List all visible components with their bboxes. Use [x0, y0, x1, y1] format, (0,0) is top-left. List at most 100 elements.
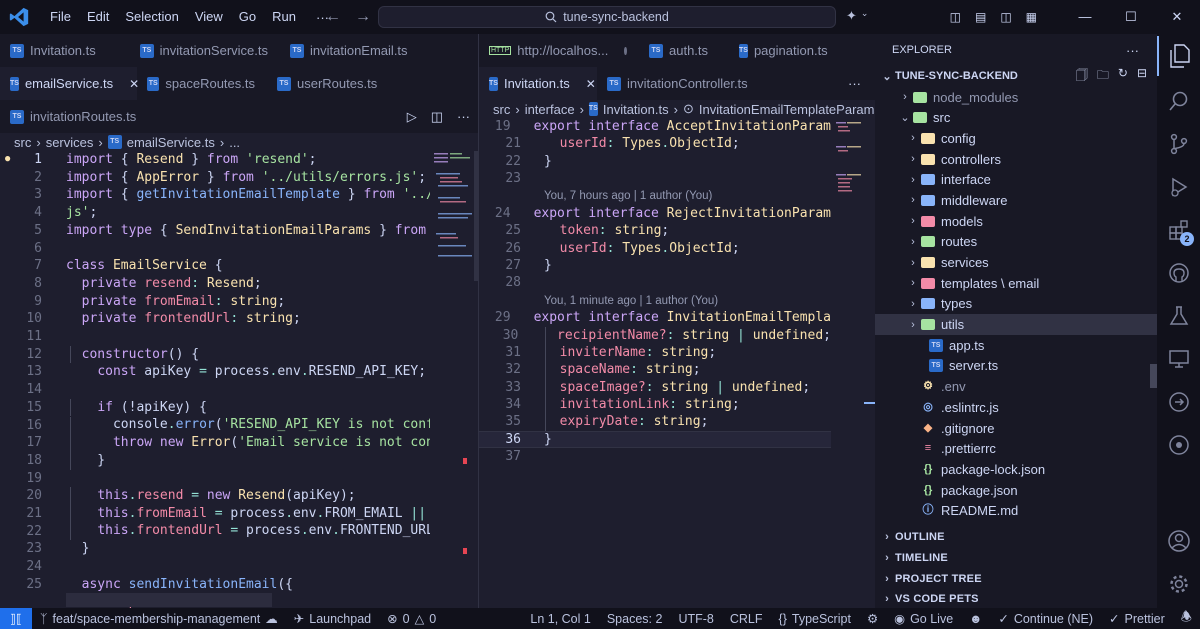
- breadcrumb-item[interactable]: services: [46, 135, 94, 150]
- section-outline[interactable]: › OUTLINE: [875, 527, 1157, 548]
- github-icon[interactable]: [1157, 253, 1200, 293]
- breadcrumb-item[interactable]: InvitationEmailTemplateParams: [699, 102, 875, 117]
- tab[interactable]: TS invitationRoutes.ts: [0, 100, 150, 133]
- indentation[interactable]: Spaces: 2: [599, 612, 671, 626]
- close-icon[interactable]: ✕: [586, 77, 596, 91]
- launchpad-status[interactable]: ✈ Launchpad: [286, 611, 379, 627]
- tree-item-app-ts[interactable]: TS app.ts: [875, 335, 1157, 356]
- tree-item-src[interactable]: ⌄ src: [875, 107, 1157, 128]
- cursor-position[interactable]: Ln 1, Col 1: [522, 612, 598, 626]
- close-button[interactable]: ✕: [1154, 9, 1200, 25]
- left-minimap[interactable]: [432, 151, 476, 281]
- language-mode[interactable]: {} TypeScript: [771, 612, 859, 626]
- tree-item-package-lock-json[interactable]: {} package-lock.json: [875, 459, 1157, 480]
- tree-item--eslintrc-js[interactable]: ◎ .eslintrc.js: [875, 397, 1157, 418]
- gitlens-icon[interactable]: [1157, 382, 1200, 422]
- split-editor-icon[interactable]: ◫: [431, 109, 443, 125]
- breadcrumb-item[interactable]: src: [14, 135, 31, 150]
- tree-item-controllers[interactable]: › controllers: [875, 149, 1157, 170]
- tab[interactable]: TS pagination.ts: [729, 34, 839, 67]
- right-code-area[interactable]: 19 export interface AcceptInvitationParam…: [479, 118, 831, 518]
- remote-indicator-icon[interactable]: ⟧⟦: [0, 608, 32, 629]
- tree-item-utils[interactable]: › utils: [875, 314, 1157, 335]
- prettier-status[interactable]: ✓ Prettier: [1101, 611, 1173, 627]
- tab[interactable]: TS invitationController.ts: [597, 67, 767, 100]
- minimize-button[interactable]: —: [1062, 9, 1108, 25]
- tree-item-services[interactable]: › services: [875, 252, 1157, 273]
- explorer-more-icon[interactable]: ···: [1126, 43, 1139, 58]
- tab[interactable]: TS spaceRoutes.ts: [137, 67, 267, 100]
- tree-item-templates-email[interactable]: › templates \ email: [875, 273, 1157, 294]
- tab[interactable]: TS Invitation.ts ✕: [479, 67, 597, 100]
- forward-arrow-icon[interactable]: →: [355, 8, 371, 26]
- tree-item-models[interactable]: › models: [875, 211, 1157, 232]
- breadcrumb-item[interactable]: interface: [525, 102, 575, 117]
- menu-go[interactable]: Go: [231, 0, 264, 34]
- copilot-status-icon[interactable]: ☻: [961, 612, 990, 626]
- tab[interactable]: TS auth.ts: [639, 34, 729, 67]
- problems-status[interactable]: ⊗ 0 △ 0: [379, 611, 444, 627]
- refresh-icon[interactable]: ↻: [1118, 66, 1128, 87]
- ports-status-icon[interactable]: ⚙: [859, 611, 886, 626]
- tree-item--env[interactable]: ⚙ .env: [875, 376, 1157, 397]
- tree-item-node-modules[interactable]: › node_modules: [875, 87, 1157, 108]
- run-icon[interactable]: ▷: [407, 109, 417, 125]
- source-control-icon[interactable]: [1157, 124, 1200, 164]
- menu-selection[interactable]: Selection: [117, 0, 186, 34]
- menu-file[interactable]: File: [42, 0, 79, 34]
- explorer-icon[interactable]: [1157, 36, 1200, 76]
- menu-run[interactable]: Run: [264, 0, 304, 34]
- maximize-button[interactable]: ☐: [1108, 9, 1154, 25]
- section-timeline[interactable]: › TIMELINE: [875, 548, 1157, 569]
- breadcrumb-item[interactable]: src: [493, 102, 510, 117]
- manage-gear-icon[interactable]: [1157, 564, 1200, 604]
- branch-status[interactable]: ᛉ feat/space-membership-management ☁: [32, 611, 286, 627]
- more-actions-icon[interactable]: ···: [848, 67, 861, 100]
- toggle-panel-icon[interactable]: ▤: [975, 10, 986, 24]
- back-arrow-icon[interactable]: ←: [325, 8, 341, 26]
- tree-item-readme-md[interactable]: ⓘ README.md: [875, 500, 1157, 521]
- testing-icon[interactable]: [1157, 296, 1200, 336]
- tab[interactable]: TS userRoutes.ts: [267, 67, 397, 100]
- tab[interactable]: HTTP http://localhos...: [479, 34, 639, 67]
- copilot-icon[interactable]: ✦ ⌄: [846, 8, 868, 24]
- tree-item-routes[interactable]: › routes: [875, 232, 1157, 253]
- new-folder-icon[interactable]: 🗀: [1097, 66, 1109, 87]
- tree-item--prettierrc[interactable]: ≡ .prettierrc: [875, 438, 1157, 459]
- customize-layout-icon[interactable]: ▦: [1026, 10, 1037, 24]
- project-root[interactable]: ⌄ TUNE-SYNC-BACKEND 🗍 🗀 ↻ ⊟: [875, 66, 1157, 87]
- toggle-secondary-sidebar-icon[interactable]: ◫: [1000, 10, 1011, 24]
- go-live-status[interactable]: ◉ Go Live: [886, 611, 961, 627]
- accounts-icon[interactable]: [1157, 521, 1200, 561]
- search-icon[interactable]: [1157, 81, 1200, 121]
- tab[interactable]: TS invitationService.ts: [130, 34, 280, 67]
- toggle-primary-sidebar-icon[interactable]: ◫: [950, 10, 961, 24]
- menu-edit[interactable]: Edit: [79, 0, 117, 34]
- command-center-search[interactable]: tune-sync-backend: [378, 6, 836, 28]
- tree-item--gitignore[interactable]: ◆ .gitignore: [875, 418, 1157, 439]
- section-project-tree[interactable]: › PROJECT TREE: [875, 568, 1157, 589]
- notifications-bell-icon[interactable]: 🕭: [1173, 608, 1200, 629]
- tree-item-config[interactable]: › config: [875, 128, 1157, 149]
- new-file-icon[interactable]: 🗍: [1076, 66, 1088, 87]
- breadcrumb-item[interactable]: emailService.ts: [127, 135, 215, 150]
- breadcrumb-item[interactable]: Invitation.ts: [603, 102, 669, 117]
- left-code-content[interactable]: import { Resend } from 'resend'; import {…: [66, 151, 430, 608]
- explorer-scrollbar[interactable]: [1150, 364, 1157, 388]
- tab[interactable]: TS Invitation.ts: [0, 34, 130, 67]
- tab[interactable]: TS invitationEmail.ts: [280, 34, 460, 67]
- encoding[interactable]: UTF-8: [670, 612, 721, 626]
- remote-explorer-icon[interactable]: [1157, 339, 1200, 379]
- tree-item-server-ts[interactable]: TS server.ts: [875, 356, 1157, 377]
- tree-item-middleware[interactable]: › middleware: [875, 190, 1157, 211]
- tree-item-interface[interactable]: › interface: [875, 169, 1157, 190]
- section-vs-code-pets[interactable]: › VS CODE PETS: [875, 589, 1157, 610]
- left-code-area[interactable]: ● 1 2 3 4 5 6 7 8 9 10 11 12 13 14 15 16 17 18 19 20 21 22 23 2…: [0, 151, 478, 608]
- extensions-icon[interactable]: 2: [1157, 210, 1200, 250]
- breadcrumb-item[interactable]: ...: [229, 135, 240, 150]
- blame-annotation[interactable]: You, 7 hours ago | 1 author (You): [479, 188, 831, 205]
- menu-view[interactable]: View: [187, 0, 231, 34]
- line-ending[interactable]: CRLF: [722, 612, 771, 626]
- more-actions-icon[interactable]: ···: [457, 109, 470, 124]
- collapse-all-icon[interactable]: ⊟: [1137, 66, 1147, 87]
